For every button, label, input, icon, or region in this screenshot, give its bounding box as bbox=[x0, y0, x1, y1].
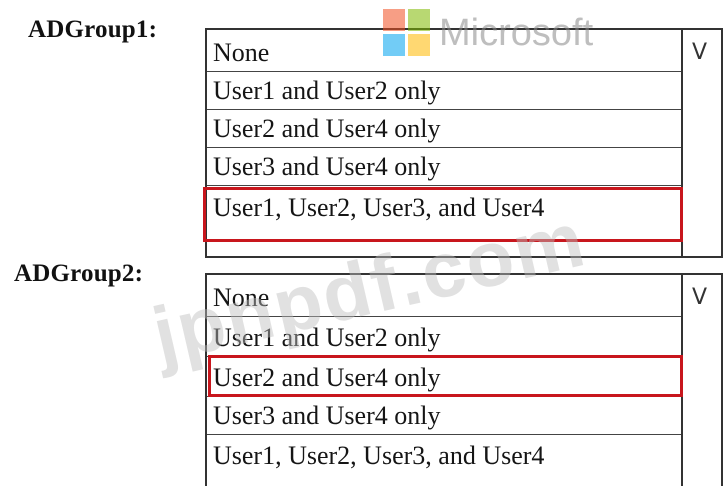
adgroup1-option-user2-user4[interactable]: User2 and User4 only bbox=[207, 110, 681, 148]
adgroup1-option-all-users[interactable]: User1, User2, User3, and User4 bbox=[207, 189, 681, 227]
chevron-down-icon[interactable]: V bbox=[692, 285, 707, 310]
adgroup2-dropdown[interactable]: None User1 and User2 only User2 and User… bbox=[205, 273, 723, 486]
adgroup2-option-user2-user4[interactable]: User2 and User4 only bbox=[207, 359, 681, 397]
adgroup2-option-all-users[interactable]: User1, User2, User3, and User4 bbox=[207, 437, 681, 475]
adgroup1-option-user1-user2[interactable]: User1 and User2 only bbox=[207, 72, 681, 110]
adgroup1-option-user3-user4[interactable]: User3 and User4 only bbox=[207, 148, 681, 186]
adgroup1-option-list: None User1 and User2 only User2 and User… bbox=[207, 30, 683, 256]
chevron-down-icon[interactable]: V bbox=[692, 40, 707, 65]
adgroup2-option-list: None User1 and User2 only User2 and User… bbox=[207, 275, 683, 486]
adgroup1-option-none[interactable]: None bbox=[207, 34, 681, 72]
adgroup2-option-none[interactable]: None bbox=[207, 279, 681, 317]
adgroup2-label: ADGroup2: bbox=[14, 260, 144, 287]
adgroup1-label: ADGroup1: bbox=[28, 16, 158, 43]
adgroup2-option-user3-user4[interactable]: User3 and User4 only bbox=[207, 397, 681, 435]
adgroup2-option-user1-user2[interactable]: User1 and User2 only bbox=[207, 319, 681, 357]
adgroup1-dropdown[interactable]: None User1 and User2 only User2 and User… bbox=[205, 28, 723, 258]
